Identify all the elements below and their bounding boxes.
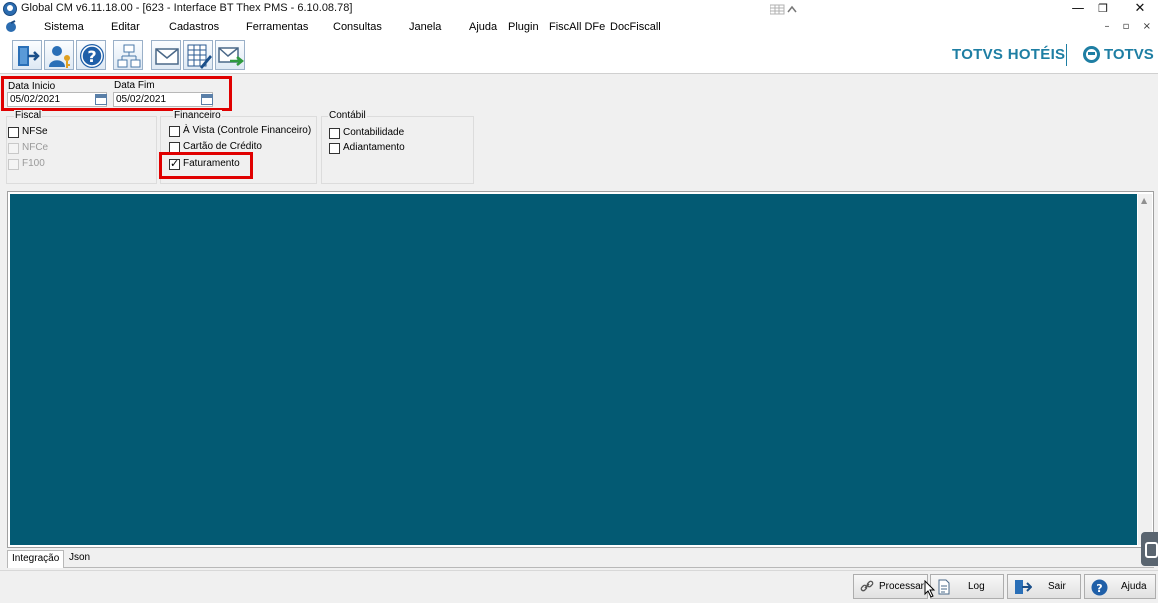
sair-label: Sair [1048, 581, 1066, 592]
calendar-icon[interactable] [201, 94, 213, 105]
a-vista-checkbox[interactable] [169, 126, 180, 137]
network-icon [117, 44, 141, 68]
totvs-logo-icon [1083, 46, 1100, 63]
faturamento-checkbox[interactable] [169, 157, 180, 170]
data-inicio-field[interactable]: 05/02/2021 [7, 92, 107, 107]
data-fim-field[interactable]: 05/02/2021 [113, 92, 213, 107]
mdi-window-controls[interactable]: – ▫ × [1104, 21, 1156, 32]
mail-forward-icon [218, 47, 244, 66]
action-bar: Processar Log Sair ? Ajuda [0, 570, 1158, 603]
user-key-icon [49, 46, 70, 68]
adiantamento-checkbox[interactable] [329, 143, 340, 154]
sair-button[interactable]: Sair [1007, 574, 1081, 599]
user-key-button[interactable] [44, 40, 74, 70]
window-title: Global CM v6.11.18.00 - [623 - Interface… [21, 2, 353, 14]
help-icon: ? [1091, 579, 1108, 596]
a-vista-option[interactable]: À Vista (Controle Financeiro) [169, 125, 314, 139]
help-icon: ? [80, 44, 104, 68]
network-button[interactable] [113, 40, 143, 70]
grid-layout-icon [769, 3, 800, 15]
close-button[interactable]: ✕ [1122, 0, 1158, 18]
contabilidade-option[interactable]: Contabilidade [329, 127, 429, 141]
menu-sistema[interactable]: Sistema [44, 21, 84, 33]
mouse-cursor-icon [924, 580, 936, 598]
faturamento-label: Faturamento [183, 158, 240, 169]
exit-button[interactable] [12, 40, 42, 70]
contabil-group-title: Contábil [328, 110, 367, 121]
mail-forward-button[interactable] [215, 40, 245, 70]
menu-ferramentas[interactable]: Ferramentas [246, 21, 308, 33]
side-panel-handle[interactable] [1141, 532, 1158, 566]
menu-plugin[interactable]: Plugin [508, 21, 539, 33]
svg-text:?: ? [1096, 582, 1102, 595]
log-button[interactable]: Log [930, 574, 1004, 599]
contabilidade-label: Contabilidade [343, 127, 405, 138]
nfse-option[interactable]: NFSe [8, 126, 68, 140]
brand-divider [1066, 44, 1067, 66]
title-bar: Global CM v6.11.18.00 - [623 - Interface… [0, 0, 1158, 18]
spreadsheet-edit-button[interactable] [183, 40, 213, 70]
f100-checkbox [8, 159, 19, 170]
log-label: Log [968, 581, 985, 592]
menu-janela[interactable]: Janela [409, 21, 441, 33]
data-fim-label: Data Fim [114, 80, 155, 91]
exit-door-icon [1015, 580, 1032, 594]
help-button[interactable]: ? [76, 40, 106, 70]
exit-door-icon [18, 46, 40, 66]
ajuda-label: Ajuda [1121, 581, 1147, 592]
data-inicio-label: Data Inicio [8, 81, 56, 92]
tab-integracao[interactable]: Integração [7, 550, 65, 568]
integration-output-area[interactable] [10, 194, 1137, 545]
link-icon [860, 580, 874, 592]
tab-json[interactable]: Json [65, 550, 94, 568]
calendar-icon[interactable] [95, 94, 107, 105]
spreadsheet-edit-icon [187, 44, 212, 69]
nfse-checkbox[interactable] [8, 127, 19, 138]
menu-cadastros[interactable]: Cadastros [169, 21, 219, 33]
scroll-up-icon[interactable]: ▲ [1141, 196, 1147, 205]
processar-label: Processar [879, 581, 925, 592]
financeiro-group-title: Financeiro [173, 110, 222, 121]
mail-icon [155, 48, 179, 65]
menu-ajuda[interactable]: Ajuda [469, 21, 497, 33]
nfce-option: NFCe [8, 142, 68, 156]
toolbar: ? TOTVS HOTÉIS TOTVS [0, 37, 1158, 74]
vertical-scrollbar[interactable]: ▲ [1138, 194, 1152, 545]
menu-editar[interactable]: Editar [111, 21, 140, 33]
contabilidade-checkbox[interactable] [329, 128, 340, 139]
document-icon [938, 579, 950, 595]
ajuda-button[interactable]: ? Ajuda [1084, 574, 1156, 599]
menu-consultas[interactable]: Consultas [333, 21, 382, 33]
a-vista-label: À Vista (Controle Financeiro) [183, 125, 312, 136]
integration-panel: ▲ [7, 191, 1154, 548]
fiscal-group-title: Fiscal [14, 110, 43, 121]
menu-fiscall-dfe[interactable]: FiscAll DFe [549, 21, 605, 33]
brand-totvs-hoteis: TOTVS HOTÉIS [952, 46, 1066, 63]
brand-totvs: TOTVS [1104, 46, 1154, 63]
restore-button[interactable]: ❐ [1085, 0, 1121, 18]
faturamento-option[interactable]: Faturamento [169, 157, 249, 172]
f100-label: F100 [22, 158, 45, 169]
menu-docfiscall[interactable]: DocFiscall [610, 21, 661, 33]
nfce-label: NFCe [22, 142, 49, 153]
adiantamento-option[interactable]: Adiantamento [329, 142, 429, 156]
svg-text:?: ? [87, 47, 96, 66]
mdi-child-icon[interactable] [5, 20, 18, 33]
tab-bar: Integração Json [7, 548, 1154, 568]
processar-button[interactable]: Processar [853, 574, 928, 599]
mail-button[interactable] [151, 40, 181, 70]
app-icon [3, 2, 17, 16]
nfce-checkbox [8, 143, 19, 154]
nfse-label: NFSe [22, 126, 48, 137]
menu-bar: Sistema Editar Cadastros Ferramentas Con… [0, 18, 1158, 37]
cartao-credito-label: Cartão de Crédito [183, 141, 262, 152]
f100-option: F100 [8, 158, 68, 172]
adiantamento-label: Adiantamento [343, 142, 405, 153]
